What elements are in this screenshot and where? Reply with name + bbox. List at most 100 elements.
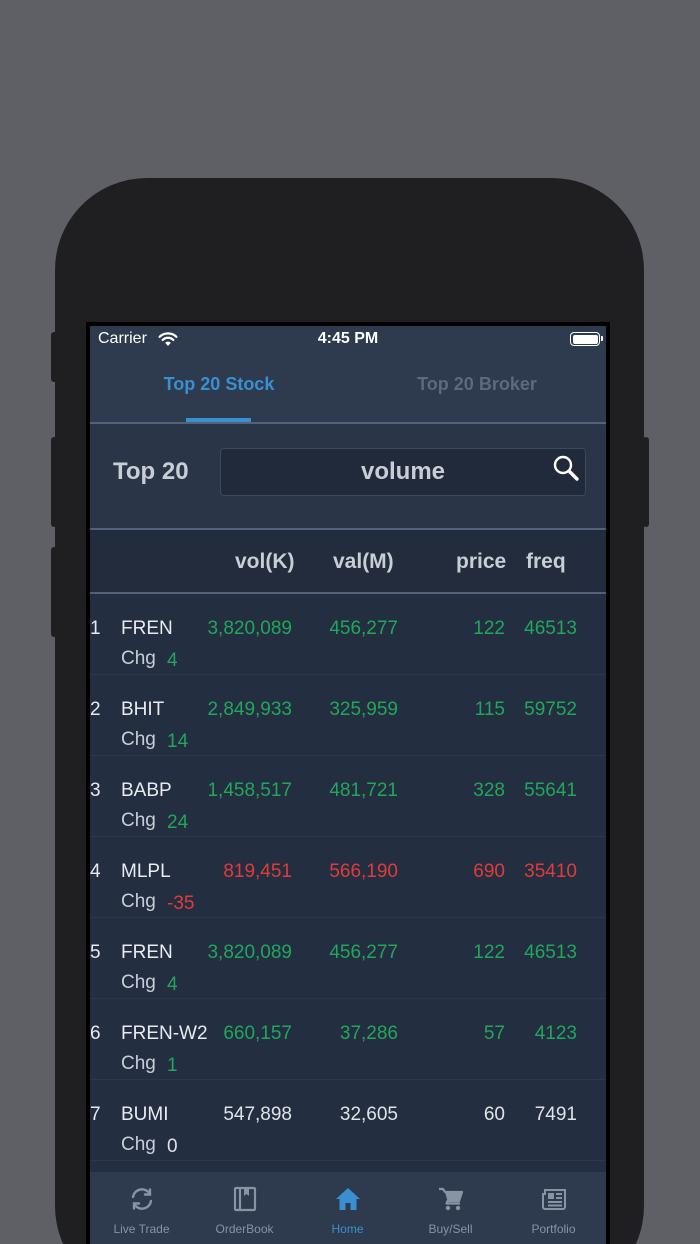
change-label: Chg bbox=[121, 810, 156, 831]
row-rank: 5 bbox=[90, 942, 101, 963]
change-label: Chg bbox=[121, 1134, 156, 1155]
row-rank: 7 bbox=[90, 1104, 101, 1125]
table-row[interactable]: 1 FREN Chg 4 3,820,089 456,277 122 46513 bbox=[90, 594, 606, 675]
sort-criteria-field[interactable]: volume bbox=[220, 448, 586, 496]
column-header-price[interactable]: price bbox=[456, 550, 506, 574]
tab-top-20-stock[interactable]: Top 20 Stock bbox=[90, 354, 348, 422]
nav-label: OrderBook bbox=[215, 1222, 274, 1236]
value-value: 456,277 bbox=[329, 942, 398, 963]
row-rank: 2 bbox=[90, 699, 101, 720]
frequency-value: 35410 bbox=[524, 861, 577, 882]
frequency-value: 7491 bbox=[534, 1104, 577, 1125]
change-label: Chg bbox=[121, 648, 156, 669]
volume-value: 547,898 bbox=[223, 1104, 292, 1125]
phone-volume-up-button bbox=[51, 437, 57, 527]
value-value: 481,721 bbox=[329, 780, 398, 801]
change-label: Chg bbox=[121, 891, 156, 912]
phone-power-button bbox=[643, 437, 649, 527]
tab-bar: Top 20 Stock Top 20 Broker bbox=[90, 354, 606, 422]
row-rank: 1 bbox=[90, 618, 101, 639]
stock-list: 1 FREN Chg 4 3,820,089 456,277 122 46513… bbox=[90, 594, 606, 1161]
frequency-value: 59752 bbox=[524, 699, 577, 720]
price-value: 57 bbox=[483, 1023, 505, 1044]
bottom-navigation: Live Trade OrderBook Home Buy/Sell Portf… bbox=[90, 1172, 606, 1244]
phone-mute-switch bbox=[51, 332, 57, 382]
nav-label: Portfolio bbox=[531, 1222, 576, 1236]
home-icon bbox=[336, 1188, 360, 1210]
row-rank: 6 bbox=[90, 1023, 101, 1044]
table-row[interactable]: 4 MLPL Chg -35 819,451 566,190 690 35410 bbox=[90, 837, 606, 918]
change-value: 1 bbox=[167, 1055, 178, 1076]
stock-code: FREN-W2 bbox=[121, 1023, 208, 1044]
table-row[interactable]: 2 BHIT Chg 14 2,849,933 325,959 115 5975… bbox=[90, 675, 606, 756]
volume-value: 3,820,089 bbox=[207, 942, 292, 963]
battery-icon bbox=[570, 332, 603, 346]
nav-orderbook[interactable]: OrderBook bbox=[193, 1172, 296, 1244]
phone-screen: Carrier 4:45 PM Top 20 Stock Top 20 Brok… bbox=[86, 322, 610, 1244]
change-label: Chg bbox=[121, 972, 156, 993]
price-value: 122 bbox=[473, 942, 505, 963]
price-value: 122 bbox=[473, 618, 505, 639]
change-value: 0 bbox=[167, 1136, 178, 1157]
table-row[interactable]: 3 BABP Chg 24 1,458,517 481,721 328 5564… bbox=[90, 756, 606, 837]
price-value: 328 bbox=[473, 780, 505, 801]
value-value: 32,605 bbox=[339, 1104, 398, 1125]
table-row[interactable]: 6 FREN-W2 Chg 1 660,157 37,286 57 4123 bbox=[90, 999, 606, 1080]
nav-portfolio[interactable]: Portfolio bbox=[502, 1172, 605, 1244]
filter-label: Top 20 bbox=[113, 458, 189, 485]
newspaper-icon bbox=[542, 1189, 566, 1210]
row-rank: 4 bbox=[90, 861, 101, 882]
table-header: vol(K) val(M) price freq bbox=[90, 530, 606, 592]
frequency-value: 46513 bbox=[524, 618, 577, 639]
change-value: 14 bbox=[167, 731, 189, 752]
cart-icon bbox=[439, 1187, 464, 1211]
change-value: 4 bbox=[167, 974, 178, 995]
nav-label: Live Trade bbox=[113, 1222, 170, 1236]
app-root: Carrier 4:45 PM Top 20 Stock Top 20 Brok… bbox=[90, 326, 606, 1244]
nav-label: Home bbox=[331, 1222, 364, 1236]
volume-value: 819,451 bbox=[223, 861, 292, 882]
volume-value: 660,157 bbox=[223, 1023, 292, 1044]
column-header-val[interactable]: val(M) bbox=[333, 550, 394, 574]
frequency-value: 46513 bbox=[524, 942, 577, 963]
status-time: 4:45 PM bbox=[317, 330, 379, 347]
volume-value: 2,849,933 bbox=[207, 699, 292, 720]
table-row[interactable]: 5 FREN Chg 4 3,820,089 456,277 122 46513 bbox=[90, 918, 606, 999]
change-label: Chg bbox=[121, 729, 156, 750]
value-value: 456,277 bbox=[329, 618, 398, 639]
volume-value: 1,458,517 bbox=[207, 780, 292, 801]
column-header-freq[interactable]: freq bbox=[526, 550, 566, 574]
stock-code: BHIT bbox=[121, 699, 165, 720]
value-value: 566,190 bbox=[329, 861, 398, 882]
tab-top-20-broker[interactable]: Top 20 Broker bbox=[348, 354, 606, 422]
book-icon bbox=[233, 1186, 257, 1212]
change-value: 24 bbox=[167, 812, 189, 833]
value-value: 325,959 bbox=[329, 699, 398, 720]
value-value: 37,286 bbox=[339, 1023, 398, 1044]
frequency-value: 4123 bbox=[534, 1023, 577, 1044]
frequency-value: 55641 bbox=[524, 780, 577, 801]
nav-home[interactable]: Home bbox=[296, 1172, 399, 1244]
table-row[interactable]: 7 BUMI Chg 0 547,898 32,605 60 7491 bbox=[90, 1080, 606, 1161]
change-label: Chg bbox=[121, 1053, 156, 1074]
status-bar: Carrier 4:45 PM bbox=[90, 326, 606, 354]
price-value: 115 bbox=[474, 699, 505, 720]
change-value: 4 bbox=[167, 650, 178, 671]
nav-buy-sell[interactable]: Buy/Sell bbox=[399, 1172, 502, 1244]
filter-bar: Top 20 volume bbox=[90, 424, 606, 528]
stock-code: FREN bbox=[121, 942, 173, 963]
volume-value: 3,820,089 bbox=[207, 618, 292, 639]
column-header-vol[interactable]: vol(K) bbox=[235, 550, 295, 574]
stock-code: BABP bbox=[121, 780, 172, 801]
search-icon[interactable] bbox=[552, 454, 580, 482]
price-value: 60 bbox=[483, 1104, 505, 1125]
row-rank: 3 bbox=[90, 780, 101, 801]
phone-volume-down-button bbox=[51, 547, 57, 637]
nav-live-trade[interactable]: Live Trade bbox=[90, 1172, 193, 1244]
refresh-icon bbox=[131, 1188, 153, 1210]
price-value: 690 bbox=[473, 861, 505, 882]
change-value: -35 bbox=[167, 893, 195, 914]
stock-code: MLPL bbox=[121, 861, 171, 882]
stock-code: FREN bbox=[121, 618, 173, 639]
stock-code: BUMI bbox=[121, 1104, 169, 1125]
